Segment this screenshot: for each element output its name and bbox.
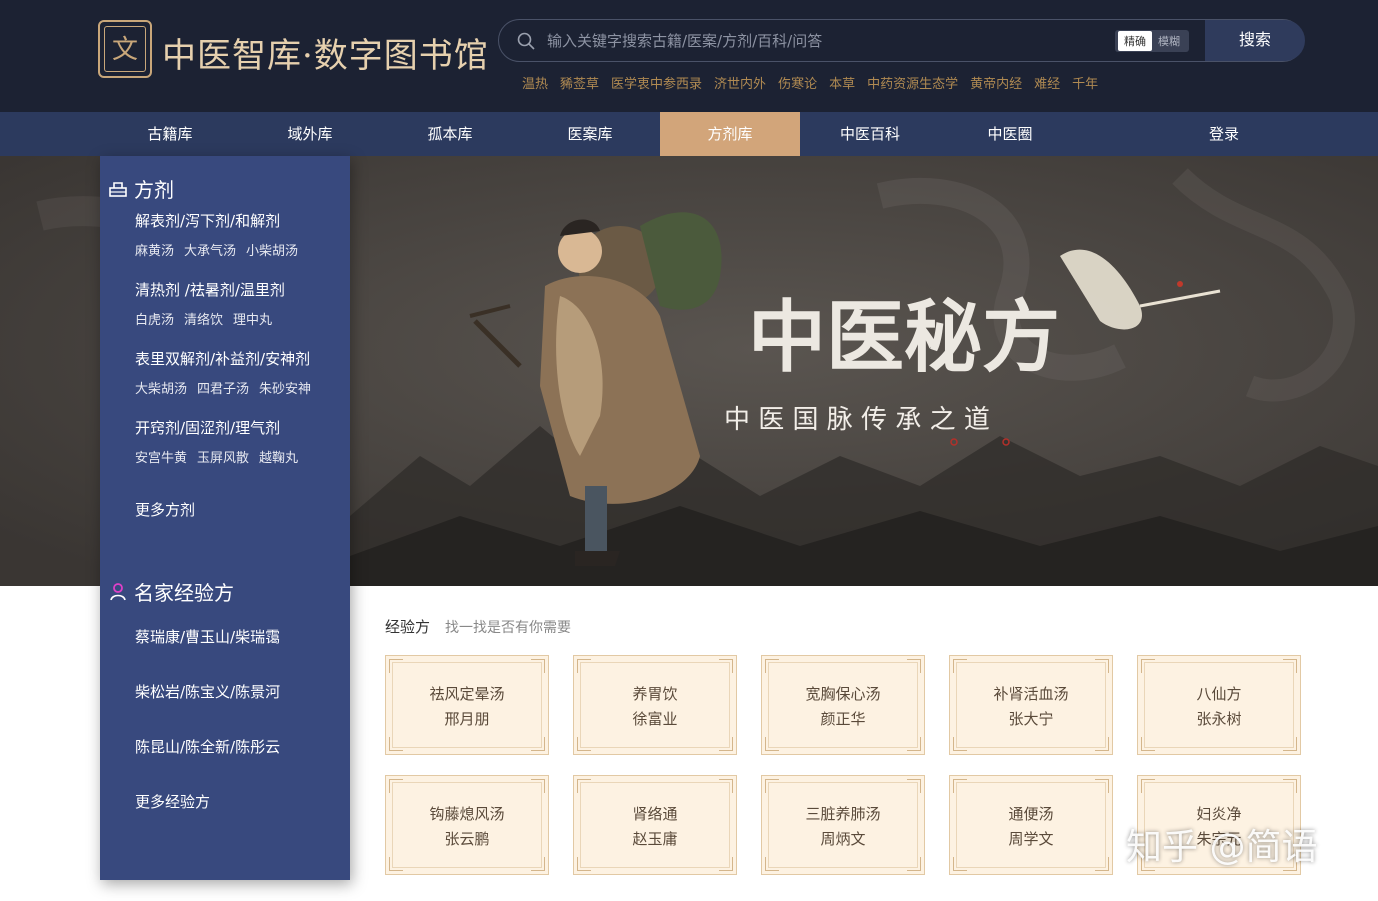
category-items: 大柴胡汤 四君子汤 朱砂安神 (135, 378, 321, 397)
formula-author: 颜正华 (820, 710, 866, 728)
category-items: 白虎汤 清络饮 理中丸 (135, 309, 282, 328)
formula-name: 三脏养肺汤 (805, 805, 881, 823)
formula-card[interactable]: 钩藤熄风汤 张云鹏 (385, 775, 549, 875)
hot-keyword[interactable]: 本草 (829, 73, 855, 92)
formula-author: 张大宁 (1008, 710, 1054, 728)
mode-exact[interactable]: 精确 (1118, 31, 1152, 51)
formula-card[interactable]: 肾络通 赵玉庸 (573, 775, 737, 875)
nav-item-formulas[interactable]: 方剂库 (660, 112, 800, 156)
formula-author: 赵玉庸 (632, 830, 678, 848)
formula-name: 通便汤 (1008, 805, 1054, 823)
category-link[interactable]: 表里双解剂/补益剂/安神剂 (135, 348, 310, 369)
hot-keywords: 温热 豨莶草 医学衷中参西录 济世内外 伤寒论 本草 中药资源生态学 黄帝内经 … (522, 73, 1110, 92)
formula-name: 肾络通 (632, 805, 678, 823)
search-input[interactable] (547, 28, 1107, 54)
category-link[interactable]: 开窍剂/固涩剂/理气剂 (135, 417, 280, 438)
hot-keyword[interactable]: 黄帝内经 (970, 73, 1022, 92)
category-sidebar: 方剂 解表剂/泻下剂/和解剂 麻黄汤 大承气汤 小柴胡汤 清热剂 /祛暑剂/温里… (100, 156, 350, 880)
category-items: 麻黄汤 大承气汤 小柴胡汤 (135, 240, 308, 259)
formula-link[interactable]: 越鞠丸 (259, 447, 298, 466)
logo-seal-icon: 文 (98, 20, 152, 78)
nav-item-rare-books[interactable]: 孤本库 (380, 112, 520, 156)
formula-author: 周学文 (1008, 830, 1054, 848)
hot-keyword[interactable]: 温热 (522, 73, 548, 92)
page: 文 中医智库·数字图书馆 精确 模糊 搜索 温热 豨莶草 医学衷中参西录 济世内… (0, 0, 1378, 901)
formula-name: 宽胸保心汤 (805, 685, 881, 703)
search-mode-toggle: 精确 模糊 (1115, 30, 1189, 52)
header: 文 中医智库·数字图书馆 精确 模糊 搜索 温热 豨莶草 医学衷中参西录 济世内… (0, 0, 1378, 112)
more-experts-link[interactable]: 更多经验方 (135, 791, 210, 812)
formula-link[interactable]: 四君子汤 (197, 378, 249, 397)
person-icon (110, 582, 126, 600)
formula-link[interactable]: 大柴胡汤 (135, 378, 187, 397)
nav-item-community[interactable]: 中医圈 (940, 112, 1080, 156)
site-title: 中医智库·数字图书馆 (162, 36, 489, 76)
hot-keyword[interactable]: 济世内外 (714, 73, 766, 92)
formula-author: 周炳文 (820, 830, 866, 848)
expert-group-link[interactable]: 柴松岩/陈宝义/陈景河 (135, 681, 280, 702)
nav-item-cases[interactable]: 医案库 (520, 112, 660, 156)
expert-group-link[interactable]: 蔡瑞康/曹玉山/柴瑞霭 (135, 626, 280, 647)
hot-keyword[interactable]: 千年 (1072, 73, 1098, 92)
formula-card[interactable]: 补肾活血汤 张大宁 (949, 655, 1113, 755)
section-title: 经验方 (385, 618, 431, 636)
category-link[interactable]: 解表剂/泻下剂/和解剂 (135, 210, 280, 231)
formula-card[interactable]: 祛风定晕汤 邢月朋 (385, 655, 549, 755)
formula-name: 补肾活血汤 (993, 685, 1069, 703)
banner-subtitle: 中 医 国 脉 传 承 之 道 (724, 405, 990, 435)
formula-link[interactable]: 白虎汤 (135, 309, 174, 328)
banner-title: 中医秘方 (748, 292, 1060, 383)
nav-item-encyclopedia[interactable]: 中医百科 (800, 112, 940, 156)
formula-author: 张云鹏 (444, 830, 490, 848)
formula-card[interactable]: 八仙方 张永树 (1137, 655, 1301, 755)
formula-link[interactable]: 玉屏风散 (197, 447, 249, 466)
formula-section-heading: 方剂 (108, 174, 174, 203)
formula-section-title: 方剂 (134, 178, 174, 202)
formula-link[interactable]: 朱砂安神 (259, 378, 311, 397)
category-link[interactable]: 清热剂 /祛暑剂/温里剂 (135, 279, 285, 300)
formula-name: 养胃饮 (632, 685, 678, 703)
nav-item-ancient-books[interactable]: 古籍库 (100, 112, 240, 156)
formula-link[interactable]: 大承气汤 (184, 240, 236, 259)
watermark: 知乎 @简语 (1126, 827, 1318, 868)
formula-link[interactable]: 安宫牛黄 (135, 447, 187, 466)
expert-group-link[interactable]: 陈昆山/陈全新/陈彤云 (135, 736, 280, 757)
formula-link[interactable]: 小柴胡汤 (246, 240, 298, 259)
more-formulas-link[interactable]: 更多方剂 (135, 499, 195, 520)
formula-card[interactable]: 三脏养肺汤 周炳文 (761, 775, 925, 875)
hot-keyword[interactable]: 难经 (1034, 73, 1060, 92)
search-icon (517, 32, 535, 50)
formula-link[interactable]: 麻黄汤 (135, 240, 174, 259)
formula-name: 八仙方 (1196, 685, 1242, 703)
hot-keyword[interactable]: 豨莶草 (560, 73, 599, 92)
formula-name: 祛风定晕汤 (429, 685, 505, 703)
formula-link[interactable]: 清络饮 (184, 309, 223, 328)
experts-section-heading: 名家经验方 (108, 577, 234, 606)
site-logo[interactable]: 文 中医智库·数字图书馆 (98, 18, 488, 82)
formula-author: 徐富业 (632, 710, 678, 728)
formula-link[interactable]: 理中丸 (233, 309, 272, 328)
hot-keyword[interactable]: 伤寒论 (778, 73, 817, 92)
mode-fuzzy[interactable]: 模糊 (1152, 31, 1186, 51)
formula-box-icon (109, 181, 127, 197)
formula-author: 邢月朋 (444, 710, 490, 728)
search-button[interactable]: 搜索 (1205, 20, 1305, 61)
hot-keyword[interactable]: 医学衷中参西录 (611, 73, 702, 92)
category-items: 安宫牛黄 玉屏风散 越鞠丸 (135, 447, 308, 466)
main-nav: 古籍库 域外库 孤本库 医案库 方剂库 中医百科 中医圈 登录 (0, 112, 1378, 156)
formula-card[interactable]: 通便汤 周学文 (949, 775, 1113, 875)
formula-card[interactable]: 宽胸保心汤 颜正华 (761, 655, 925, 755)
formula-name: 钩藤熄风汤 (429, 805, 505, 823)
experts-section-title: 名家经验方 (134, 581, 234, 605)
nav-item-overseas[interactable]: 域外库 (240, 112, 380, 156)
login-link[interactable]: 登录 (1154, 112, 1294, 156)
formula-author: 张永树 (1196, 710, 1242, 728)
section-subtitle: 找一找是否有你需要 (445, 620, 571, 636)
formula-card[interactable]: 养胃饮 徐富业 (573, 655, 737, 755)
hot-keyword[interactable]: 中药资源生态学 (867, 73, 958, 92)
search-bar: 精确 模糊 搜索 (498, 19, 1305, 62)
